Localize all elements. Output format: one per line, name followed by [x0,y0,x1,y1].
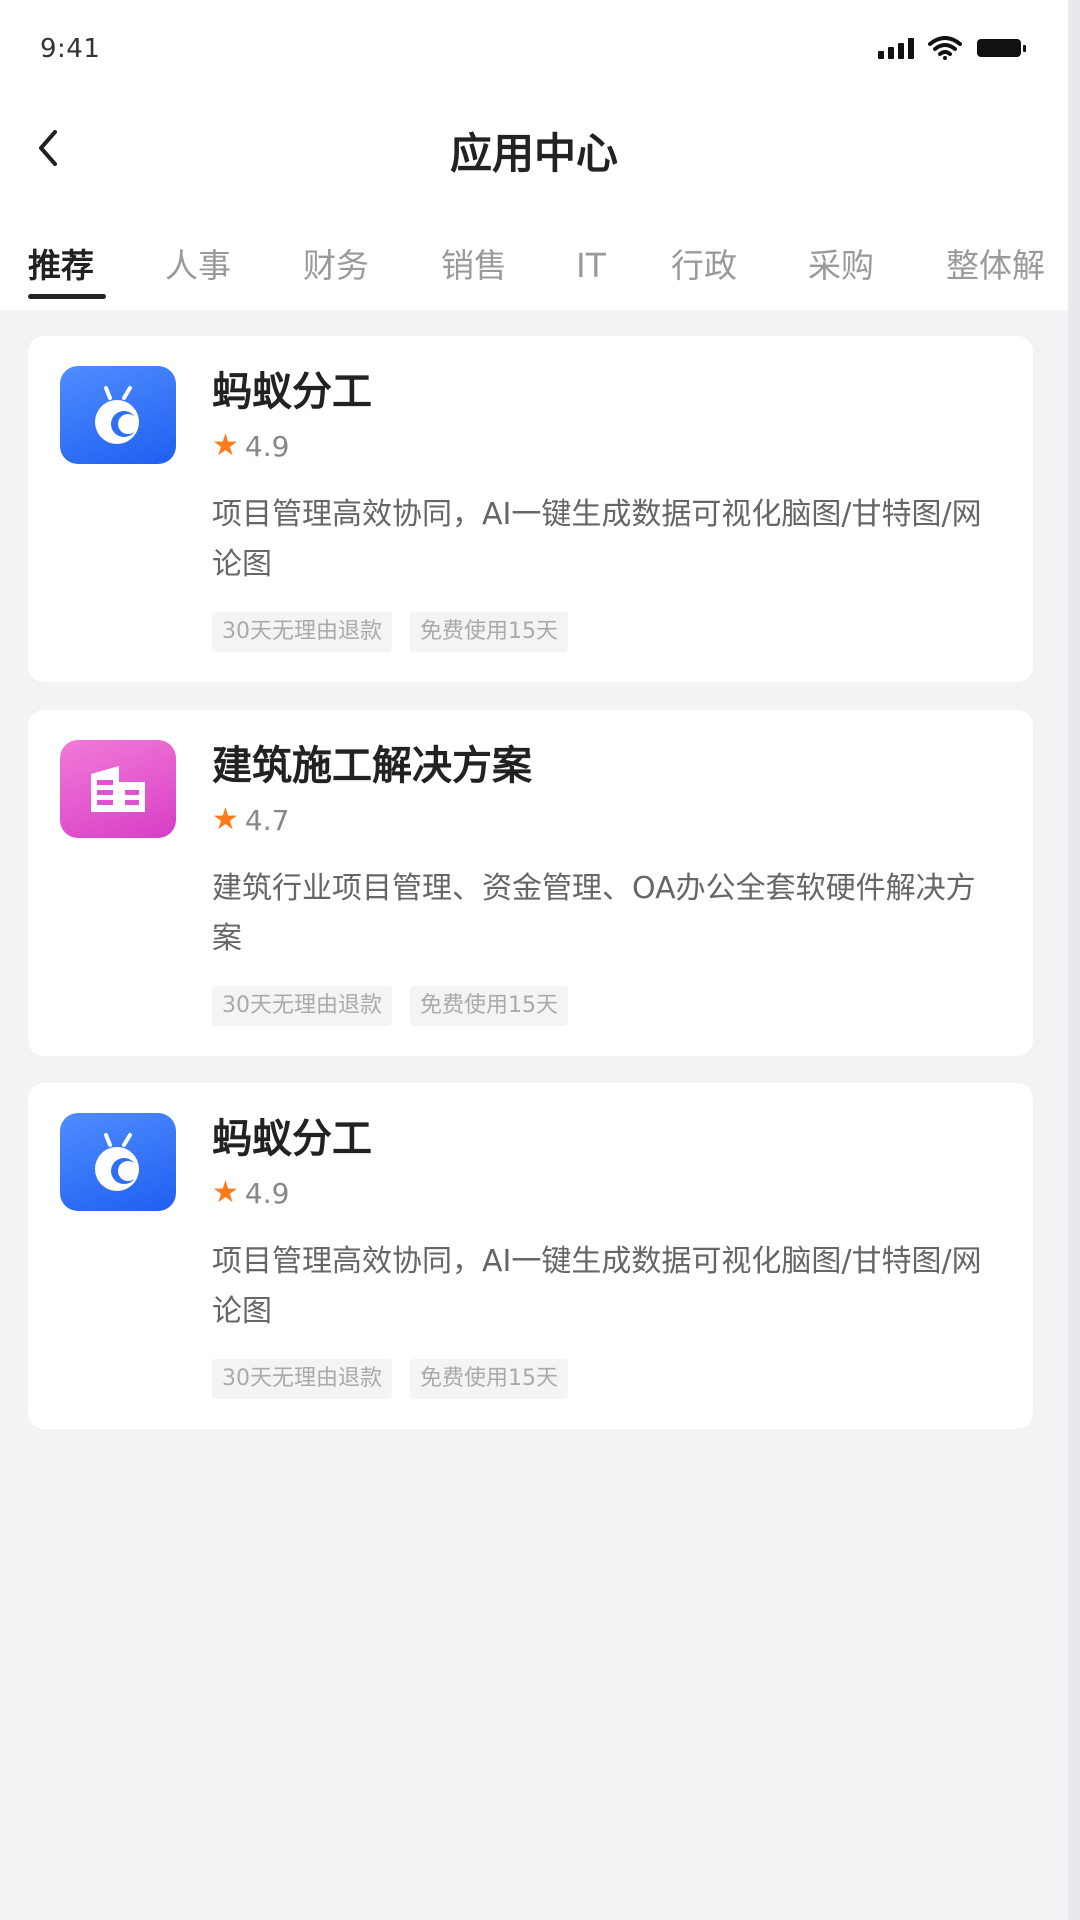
app-rating: ★ 4.9 [212,1175,289,1211]
app-name: 蚂蚁分工 [212,1116,372,1162]
rating-value: 4.9 [244,429,290,463]
tag-free-trial: 免费使用15天 [410,1359,568,1399]
app-name: 蚂蚁分工 [212,369,372,415]
scrollbar-track [1068,0,1080,1920]
tab-overall-solution[interactable]: 整体解 [946,244,1045,288]
status-icons [878,34,1028,62]
tab-recommended[interactable]: 推荐 [28,244,94,288]
tag-refund: 30天无理由退款 [212,1359,392,1399]
app-description: 项目管理高效协同，AI一键生成数据可视化脑图/甘特图/网论图 [212,497,982,582]
tab-hr[interactable]: 人事 [165,244,231,288]
app-description: 项目管理高效协同，AI一键生成数据可视化脑图/甘特图/网论图 [212,1244,982,1329]
app-tags: 30天无理由退款 免费使用15天 [212,1359,568,1399]
app-name: 建筑施工解决方案 [212,743,532,789]
star-icon: ★ [212,1175,239,1210]
tag-free-trial: 免费使用15天 [410,986,568,1026]
app-rating: ★ 4.9 [212,428,289,464]
category-tabs: 推荐 人事 财务 销售 IT 行政 采购 整体解 [28,244,1068,304]
ant-app-icon [60,366,176,464]
tab-sales[interactable]: 销售 [441,244,507,288]
app-card[interactable]: 建筑施工解决方案 ★ 4.7 建筑行业项目管理、资金管理、OA办公全套软硬件解决… [28,710,1033,1056]
rating-value: 4.7 [244,803,290,837]
tab-it[interactable]: IT [576,244,606,288]
tab-admin[interactable]: 行政 [671,244,737,288]
tag-refund: 30天无理由退款 [212,612,392,652]
battery-icon [976,36,1028,60]
app-tags: 30天无理由退款 免费使用15天 [212,986,568,1026]
rating-value: 4.9 [244,1176,290,1210]
app-rating: ★ 4.7 [212,802,289,838]
star-icon: ★ [212,428,239,463]
star-icon: ★ [212,802,239,837]
cellular-signal-icon [878,37,914,59]
tab-finance[interactable]: 财务 [303,244,369,288]
page-title: 应用中心 [449,129,618,178]
app-card[interactable]: 蚂蚁分工 ★ 4.9 项目管理高效协同，AI一键生成数据可视化脑图/甘特图/网论… [28,336,1033,682]
tag-refund: 30天无理由退款 [212,986,392,1026]
ant-app-icon [60,1113,176,1211]
building-icon [60,740,176,838]
tag-free-trial: 免费使用15天 [410,612,568,652]
app-description: 建筑行业项目管理、资金管理、OA办公全套软硬件解决方案 [212,871,976,956]
tab-procurement[interactable]: 采购 [808,244,874,288]
app-card[interactable]: 蚂蚁分工 ★ 4.9 项目管理高效协同，AI一键生成数据可视化脑图/甘特图/网论… [28,1083,1033,1429]
wifi-icon [928,36,962,60]
app-tags: 30天无理由退款 免费使用15天 [212,612,568,652]
status-time: 9:41 [40,34,101,64]
active-tab-indicator [28,294,106,299]
